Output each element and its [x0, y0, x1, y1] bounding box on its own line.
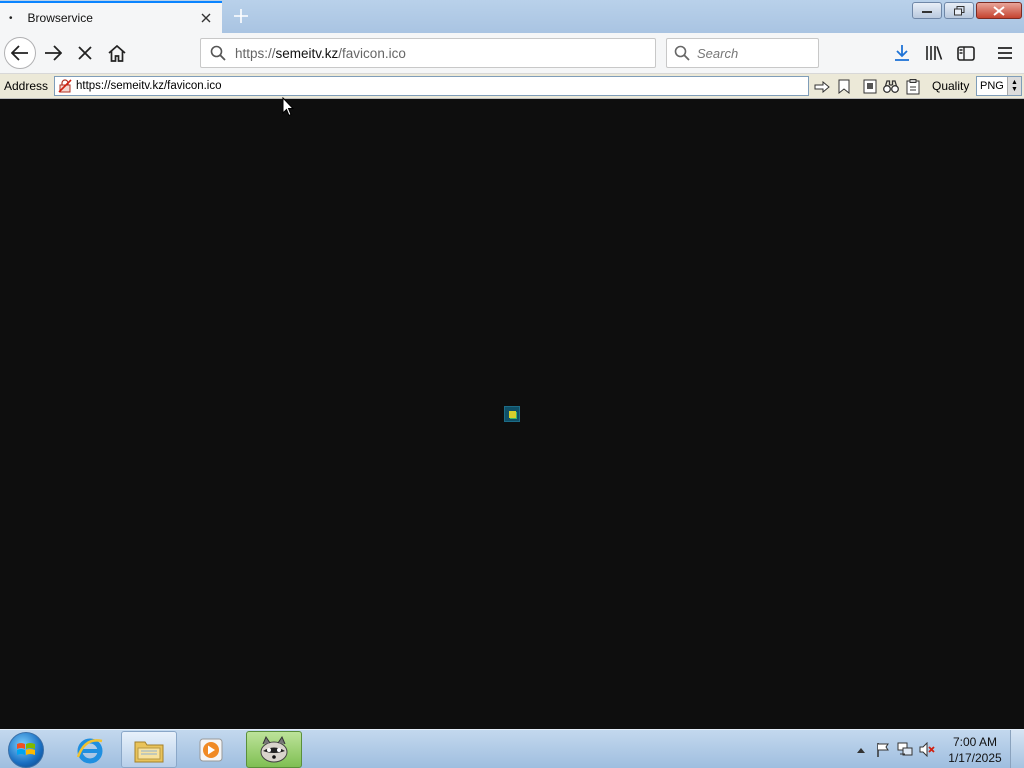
- menu-button[interactable]: [993, 41, 1017, 65]
- quality-select[interactable]: PNG ▲ ▼: [976, 76, 1022, 96]
- volume-muted-icon[interactable]: [916, 739, 938, 761]
- paste-icon: [906, 78, 920, 94]
- plus-icon: [234, 9, 248, 23]
- sidebar-button[interactable]: [954, 41, 978, 65]
- clipboard-icon: [863, 79, 877, 94]
- clipboard-button[interactable]: [860, 77, 880, 96]
- binoculars-icon: [883, 79, 899, 93]
- system-tray: 7:00 AM 1/17/2025: [850, 730, 1024, 768]
- screen: • Browservice https://semeitv.kz/favicon…: [0, 0, 1024, 768]
- page-content: [0, 99, 1024, 729]
- quality-value: PNG: [980, 80, 1004, 92]
- bookmark-icon: [838, 79, 850, 94]
- navigation-bar: https://semeitv.kz/favicon.ico Search: [0, 33, 1024, 74]
- url-host: semeitv.kz: [275, 45, 339, 61]
- forward-arrow-icon: [45, 45, 62, 61]
- search-bar[interactable]: Search: [666, 38, 819, 68]
- address-toolbar: Address https://semeitv.kz/favicon.ico Q…: [0, 74, 1024, 99]
- close-icon: [993, 5, 1005, 16]
- taskbar-browservice[interactable]: [246, 731, 302, 768]
- taskbar-media-player[interactable]: [184, 731, 240, 768]
- url-path: /favicon.ico: [338, 45, 406, 61]
- search-icon: [667, 45, 697, 61]
- media-player-icon: [199, 738, 223, 761]
- tab-title: Browservice: [27, 11, 93, 25]
- download-icon: [895, 45, 909, 61]
- show-hidden-icons-button[interactable]: [850, 739, 872, 761]
- back-arrow-icon: [11, 45, 28, 61]
- network-icon[interactable]: [894, 739, 916, 761]
- search-placeholder: Search: [697, 45, 739, 61]
- favicon-glyph: [508, 410, 516, 418]
- tab-loading-indicator: •: [9, 12, 13, 24]
- address-label: Address: [4, 79, 49, 93]
- chevron-up-icon: [857, 747, 865, 753]
- new-tab-button[interactable]: [228, 4, 254, 28]
- go-arrow-icon: [814, 80, 830, 93]
- search-icon: [201, 45, 235, 61]
- bookmark-button[interactable]: [834, 77, 854, 96]
- taskbar-file-explorer[interactable]: [121, 731, 177, 768]
- library-icon: [926, 46, 943, 60]
- restore-button[interactable]: [944, 2, 974, 19]
- close-window-button[interactable]: [976, 2, 1022, 19]
- home-button[interactable]: [101, 37, 133, 69]
- address-input[interactable]: https://semeitv.kz/favicon.ico: [54, 76, 809, 96]
- paste-button[interactable]: [903, 77, 923, 96]
- action-center-flag-icon[interactable]: [872, 739, 894, 761]
- internet-explorer-icon: [76, 738, 103, 763]
- stop-button[interactable]: [69, 37, 101, 69]
- clock[interactable]: 7:00 AM 1/17/2025: [944, 734, 1006, 766]
- tab-browservice[interactable]: • Browservice: [0, 1, 222, 33]
- tab-close-icon[interactable]: [198, 10, 214, 26]
- folder-icon: [134, 741, 164, 762]
- tab-bar: • Browservice: [0, 0, 1024, 33]
- library-button[interactable]: [922, 41, 946, 65]
- clock-time: 7:00 AM: [952, 734, 998, 749]
- show-desktop-button[interactable]: [1010, 730, 1024, 768]
- home-icon: [108, 44, 126, 62]
- downloads-button[interactable]: [890, 41, 914, 65]
- clock-date: 1/17/2025: [948, 750, 1002, 765]
- insecure-lock-icon: [58, 79, 72, 93]
- window-controls: [912, 2, 1022, 19]
- hamburger-menu-icon: [998, 47, 1012, 59]
- minimize-icon: [922, 10, 932, 13]
- url-prefix: https://: [235, 45, 276, 61]
- address-text: https://semeitv.kz/favicon.ico: [76, 80, 222, 92]
- quality-label: Quality: [932, 79, 970, 93]
- url-bar[interactable]: https://semeitv.kz/favicon.ico: [200, 38, 656, 68]
- quality-spinner[interactable]: ▲ ▼: [1007, 77, 1021, 95]
- forward-button[interactable]: [37, 37, 69, 69]
- taskbar-internet-explorer[interactable]: [62, 731, 118, 768]
- url-text: https://semeitv.kz/favicon.ico: [235, 46, 406, 61]
- raccoon-icon: [260, 735, 288, 762]
- windows-logo-icon: [8, 731, 44, 768]
- spinner-down-icon[interactable]: ▼: [1011, 86, 1018, 93]
- find-button[interactable]: [881, 77, 901, 96]
- mouse-cursor-icon: [282, 96, 295, 122]
- stop-icon: [78, 46, 92, 60]
- spinner-up-icon[interactable]: ▲: [1011, 79, 1018, 86]
- taskbar: 7:00 AM 1/17/2025: [0, 729, 1024, 768]
- back-button[interactable]: [4, 37, 36, 69]
- sidebar-icon: [957, 45, 975, 61]
- favicon-image: [504, 406, 520, 422]
- go-button[interactable]: [812, 77, 832, 96]
- minimize-button[interactable]: [912, 2, 942, 19]
- start-button[interactable]: [6, 731, 46, 768]
- restore-icon: [953, 5, 964, 15]
